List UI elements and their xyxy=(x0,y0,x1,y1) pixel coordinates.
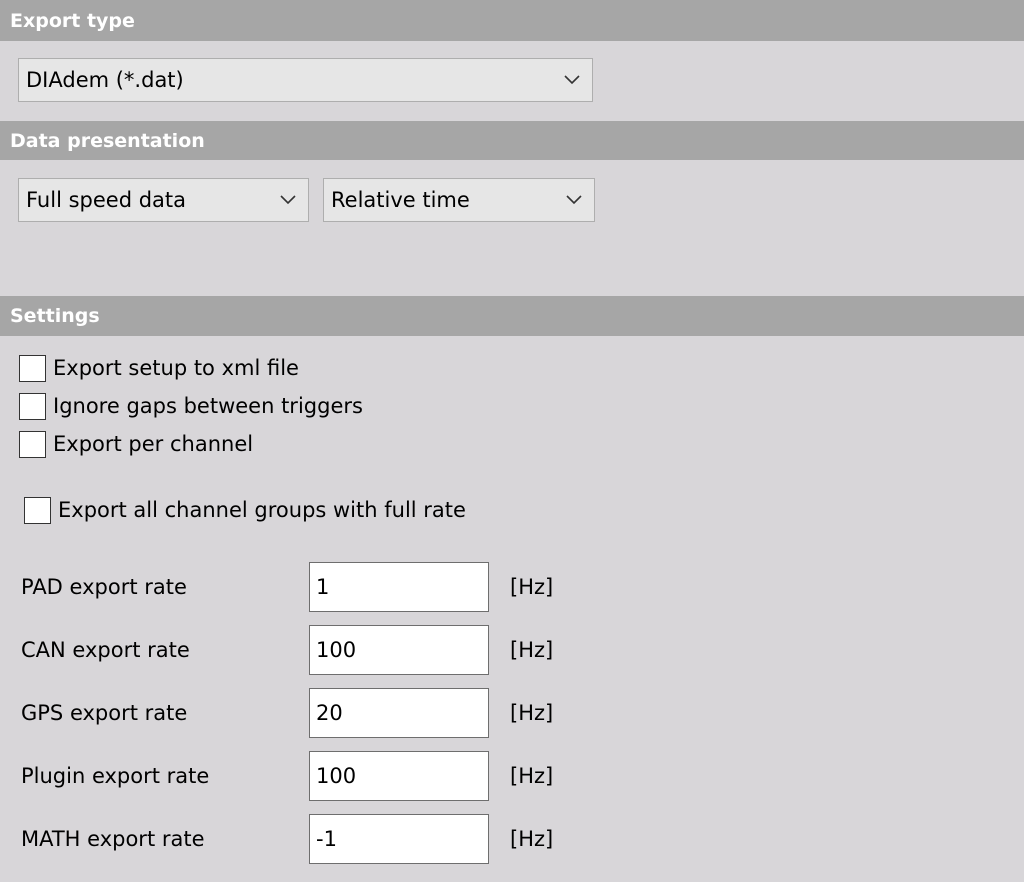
ignore-gaps-label: Ignore gaps between triggers xyxy=(53,394,363,418)
can-export-rate-unit: [Hz] xyxy=(510,638,554,662)
export-all-groups-full-rate-checkbox[interactable] xyxy=(24,496,51,524)
data-presentation-header-label: Data presentation xyxy=(10,129,205,152)
can-export-rate-label: CAN export rate xyxy=(21,638,190,662)
export-all-groups-full-rate-option[interactable]: Export all channel groups with full rate xyxy=(24,495,466,525)
data-presentation-header: Data presentation xyxy=(0,121,1024,160)
export-all-groups-full-rate-label: Export all channel groups with full rate xyxy=(58,498,466,522)
can-export-rate-row: CAN export rate [Hz] xyxy=(0,625,1024,675)
data-mode-value: Full speed data xyxy=(26,188,187,212)
export-per-channel-label: Export per channel xyxy=(53,432,254,456)
math-export-rate-unit: [Hz] xyxy=(510,827,554,851)
plugin-export-rate-row: Plugin export rate [Hz] xyxy=(0,751,1024,801)
math-export-rate-input[interactable] xyxy=(309,814,489,864)
export-type-value: DIAdem (*.dat) xyxy=(26,68,184,92)
data-mode-dropdown[interactable]: Full speed data xyxy=(18,178,309,222)
export-setup-xml-option[interactable]: Export setup to xml file xyxy=(19,353,299,383)
plugin-export-rate-unit: [Hz] xyxy=(510,764,554,788)
settings-header: Settings xyxy=(0,296,1024,336)
gps-export-rate-row: GPS export rate [Hz] xyxy=(0,688,1024,738)
chevron-down-icon xyxy=(268,179,308,221)
pad-export-rate-row: PAD export rate [Hz] xyxy=(0,562,1024,612)
export-per-channel-option[interactable]: Export per channel xyxy=(19,429,253,459)
gps-export-rate-label: GPS export rate xyxy=(21,701,188,725)
plugin-export-rate-label: Plugin export rate xyxy=(21,764,210,788)
export-type-header: Export type xyxy=(0,0,1024,41)
time-mode-value: Relative time xyxy=(331,188,470,212)
math-export-rate-label: MATH export rate xyxy=(21,827,205,851)
ignore-gaps-checkbox[interactable] xyxy=(19,392,46,420)
chevron-down-icon xyxy=(552,59,592,101)
pad-export-rate-input[interactable] xyxy=(309,562,489,612)
pad-export-rate-label: PAD export rate xyxy=(21,575,187,599)
export-type-dropdown[interactable]: DIAdem (*.dat) xyxy=(18,58,593,102)
pad-export-rate-unit: [Hz] xyxy=(510,575,554,599)
export-setup-xml-checkbox[interactable] xyxy=(19,354,46,382)
gps-export-rate-unit: [Hz] xyxy=(510,701,554,725)
settings-header-label: Settings xyxy=(10,305,100,327)
export-per-channel-checkbox[interactable] xyxy=(19,430,46,458)
export-setup-xml-label: Export setup to xml file xyxy=(53,356,299,380)
ignore-gaps-option[interactable]: Ignore gaps between triggers xyxy=(19,391,363,421)
math-export-rate-row: MATH export rate [Hz] xyxy=(0,814,1024,864)
chevron-down-icon xyxy=(554,179,594,221)
export-type-header-label: Export type xyxy=(10,9,135,32)
time-mode-dropdown[interactable]: Relative time xyxy=(323,178,595,222)
plugin-export-rate-input[interactable] xyxy=(309,751,489,801)
can-export-rate-input[interactable] xyxy=(309,625,489,675)
gps-export-rate-input[interactable] xyxy=(309,688,489,738)
